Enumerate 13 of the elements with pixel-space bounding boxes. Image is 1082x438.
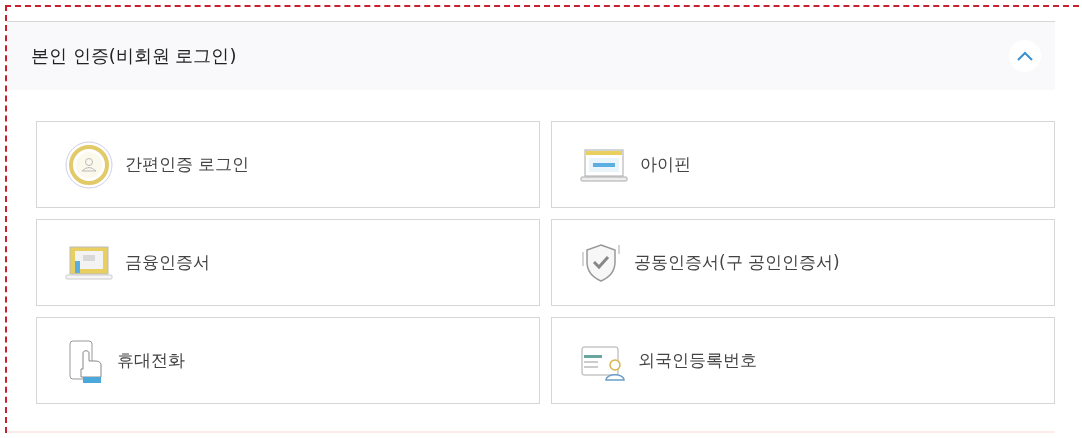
shield-check-icon: [580, 241, 622, 284]
laptop-icon: [65, 244, 113, 281]
auth-method-button[interactable]: 외국인등록번호: [551, 317, 1055, 404]
auth-method-button[interactable]: 금융인증서: [36, 219, 540, 306]
auth-method-button[interactable]: 아이핀: [551, 121, 1055, 208]
auth-method-button[interactable]: 간편인증 로그인: [36, 121, 540, 208]
person-badge-icon: [65, 140, 113, 189]
section-title: 본인 인증(비회원 로그인): [31, 44, 237, 68]
auth-method-button[interactable]: 휴대전화: [36, 317, 540, 404]
collapse-button[interactable]: [1009, 40, 1041, 72]
auth-method-button[interactable]: 공동인증서(구 공인인증서): [551, 219, 1055, 306]
chevron-icon: [1017, 51, 1033, 61]
laptop-icon: [580, 146, 628, 183]
